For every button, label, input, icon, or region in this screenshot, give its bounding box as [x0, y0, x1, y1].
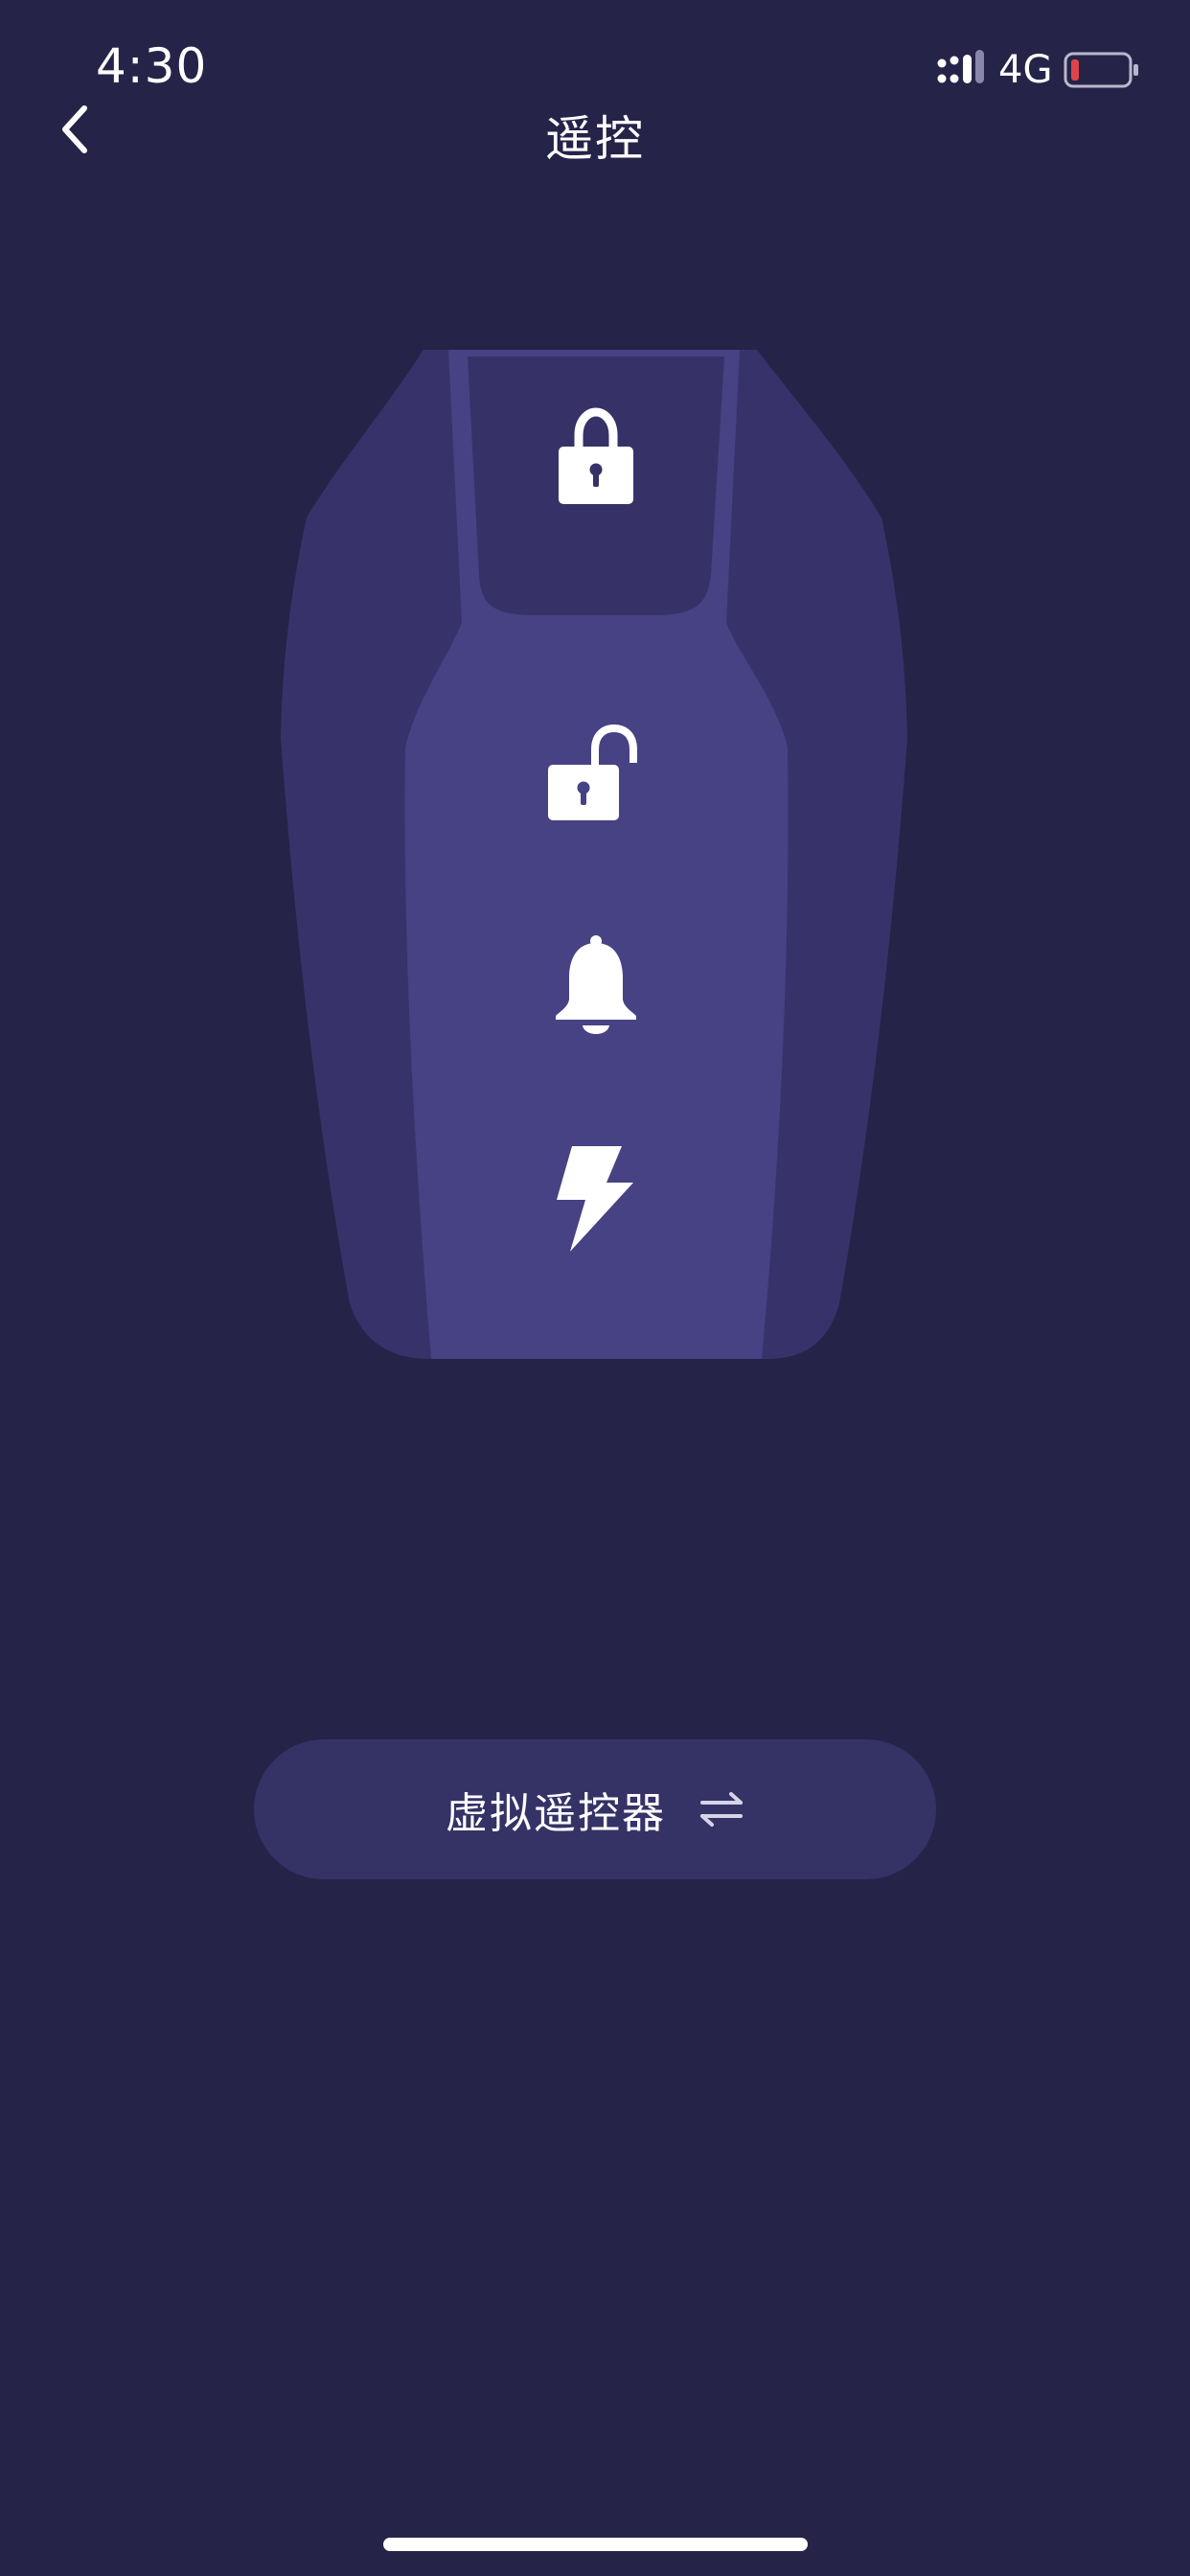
- nav-header: 遥控: [0, 91, 1190, 182]
- power-button[interactable]: [551, 1140, 641, 1255]
- lightning-icon: [557, 1146, 633, 1252]
- lock-icon: [559, 407, 633, 504]
- unlock-button[interactable]: [542, 721, 650, 826]
- battery-icon: [1064, 52, 1138, 88]
- signal-icon: [937, 50, 984, 83]
- virtual-remote-label: 虚拟遥控器: [446, 1789, 666, 1838]
- swap-icon: [700, 1792, 743, 1827]
- virtual-remote-button[interactable]: 虚拟遥控器: [254, 1739, 936, 1879]
- bell-icon: [556, 935, 636, 1034]
- home-indicator[interactable]: [383, 2538, 808, 2551]
- page-title: 遥控: [545, 111, 645, 167]
- network-type: 4G: [998, 48, 1053, 92]
- status-time: 4:30: [96, 38, 208, 94]
- unlock-icon: [548, 724, 637, 820]
- horn-button[interactable]: [548, 932, 644, 1039]
- lock-button[interactable]: [548, 402, 644, 508]
